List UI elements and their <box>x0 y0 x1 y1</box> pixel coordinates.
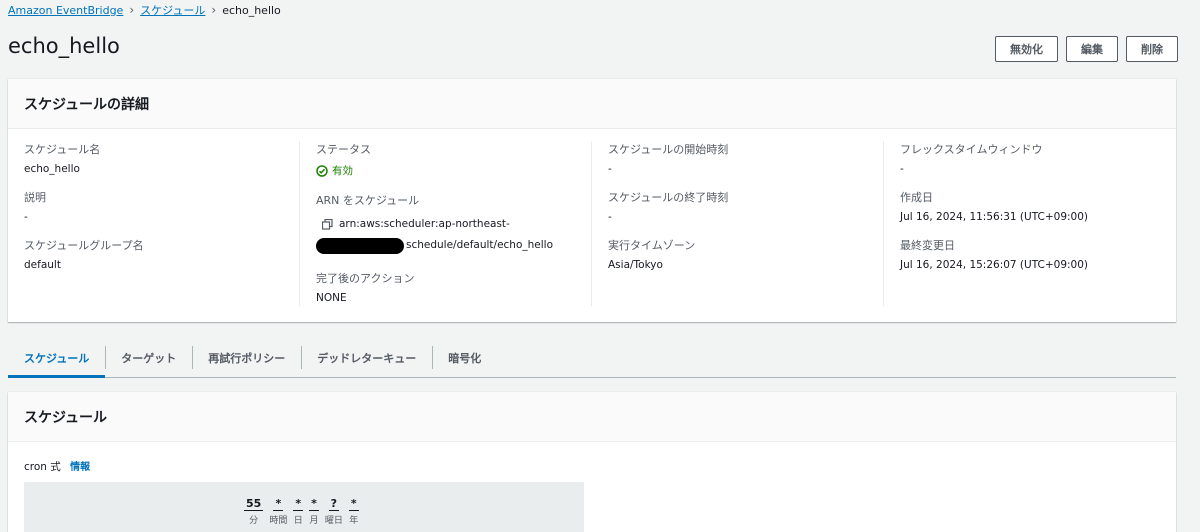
field-value: Jul 16, 2024, 11:56:31 (UTC+09:00) <box>900 211 1089 223</box>
cron-unit: 曜日 <box>324 516 343 526</box>
cron-unit: 年 <box>349 516 359 526</box>
field-label: 完了後のアクション <box>316 272 415 285</box>
chevron-right-icon: › <box>129 3 135 17</box>
schedule-details-card: スケジュールの詳細 スケジュール名 echo_hello 説明 - スケジュール… <box>8 79 1176 322</box>
arn-line-2: schedule/default/echo_hello <box>406 239 554 251</box>
details-column-4: フレックスタイムウィンドウ - 作成日 Jul 16, 2024, 11:56:… <box>884 141 1176 306</box>
cron-value: * <box>293 497 304 511</box>
field-value: echo_hello <box>24 163 80 175</box>
timezone-field: 実行タイムゾーン Asia/Tokyo <box>608 237 867 271</box>
cron-weekday: ? 曜日 <box>325 497 343 526</box>
details-column-3: スケジュールの開始時刻 - スケジュールの終了時刻 - 実行タイムゾーン Asi… <box>592 141 884 306</box>
cron-value: * <box>309 497 319 511</box>
cron-parts: 55 分 * 時間 * 日 * 月 ? 曜日 * 年 <box>244 497 359 526</box>
field-value: Jul 16, 2024, 15:26:07 (UTC+09:00) <box>900 259 1089 271</box>
schedule-name-field: スケジュール名 echo_hello <box>24 141 283 175</box>
field-label: ステータス <box>316 143 371 156</box>
cron-label: cron 式 情報 <box>24 458 90 474</box>
delete-button[interactable]: 削除 <box>1126 36 1178 62</box>
arn-line-1: arn:aws:scheduler:ap-northeast- <box>339 218 510 230</box>
cron-expression-box: 55 分 * 時間 * 日 * 月 ? 曜日 * 年 <box>24 482 584 532</box>
cron-value: * <box>273 497 284 511</box>
status-value: 有効 <box>332 165 353 177</box>
field-value: Asia/Tokyo <box>608 259 663 271</box>
cron-unit: 月 <box>309 516 319 526</box>
flex-window-field: フレックスタイムウィンドウ - <box>900 141 1160 175</box>
schedule-card-header: スケジュール <box>8 392 1176 442</box>
tab-dead-letter-queue[interactable]: デッドレターキュー <box>301 338 432 378</box>
cron-day: * 日 <box>293 497 304 526</box>
details-header: スケジュールの詳細 <box>8 79 1176 129</box>
details-column-1: スケジュール名 echo_hello 説明 - スケジュールグループ名 defa… <box>8 141 300 306</box>
field-label: フレックスタイムウィンドウ <box>900 143 1043 156</box>
modified-field: 最終変更日 Jul 16, 2024, 15:26:07 (UTC+09:00) <box>900 237 1160 271</box>
end-time-field: スケジュールの終了時刻 - <box>608 189 867 223</box>
field-label: 最終変更日 <box>900 239 955 252</box>
cron-unit: 時間 <box>269 516 288 526</box>
field-value: default <box>24 259 61 271</box>
edit-button[interactable]: 編集 <box>1066 36 1118 62</box>
page-title: echo_hello <box>8 34 120 58</box>
breadcrumb-schedules-link[interactable]: スケジュール <box>140 2 205 18</box>
cron-value: ? <box>328 497 340 511</box>
description-field: 説明 - <box>24 189 283 223</box>
tab-retry-policy[interactable]: 再試行ポリシー <box>192 338 301 378</box>
arn-value: arn:aws:scheduler:ap-northeast- schedule… <box>316 214 575 256</box>
cron-unit: 分 <box>249 516 259 526</box>
field-label: スケジュール名 <box>24 143 101 156</box>
schedule-card: スケジュール cron 式 情報 55 分 * 時間 * 日 * 月 ? 曜日 … <box>8 392 1176 532</box>
field-value: - <box>900 163 904 175</box>
chevron-right-icon: › <box>211 3 217 17</box>
after-action-field: 完了後のアクション NONE <box>316 270 575 304</box>
tab-target[interactable]: ターゲット <box>105 338 192 378</box>
redacted-block <box>316 237 404 254</box>
field-label: ARN をスケジュール <box>316 194 420 207</box>
created-field: 作成日 Jul 16, 2024, 11:56:31 (UTC+09:00) <box>900 189 1160 223</box>
status-field: ステータス 有効 <box>316 141 575 178</box>
copy-icon[interactable] <box>322 219 333 230</box>
field-label: 作成日 <box>900 191 933 204</box>
cron-year: * 年 <box>348 497 359 526</box>
cron-unit: 日 <box>293 516 303 526</box>
status-badge: 有効 <box>316 163 575 178</box>
field-value: NONE <box>316 292 347 304</box>
cron-value: 55 <box>244 497 264 511</box>
field-value: - <box>24 211 28 223</box>
info-link[interactable]: 情報 <box>70 462 90 473</box>
breadcrumb-current: echo_hello <box>222 3 281 17</box>
cron-hour: * 時間 <box>269 497 287 526</box>
tab-bar: スケジュール ターゲット 再試行ポリシー デッドレターキュー 暗号化 <box>8 338 1176 378</box>
field-label: スケジュールの終了時刻 <box>608 191 729 204</box>
field-value: - <box>608 211 612 223</box>
details-column-2: ステータス 有効 ARN をスケジュール arn:aws:scheduler:a… <box>300 141 592 306</box>
field-label: 説明 <box>24 191 46 204</box>
breadcrumb-eventbridge-link[interactable]: Amazon EventBridge <box>8 4 123 17</box>
header-actions: 無効化 編集 削除 <box>995 36 1178 62</box>
group-field: スケジュールグループ名 default <box>24 237 283 271</box>
disable-button[interactable]: 無効化 <box>995 36 1058 62</box>
field-label: スケジュールグループ名 <box>24 239 144 252</box>
field-label: 実行タイムゾーン <box>608 239 696 252</box>
tab-schedule[interactable]: スケジュール <box>8 338 106 378</box>
start-time-field: スケジュールの開始時刻 - <box>608 141 867 175</box>
field-value: - <box>608 163 612 175</box>
arn-field: ARN をスケジュール arn:aws:scheduler:ap-northea… <box>316 192 575 256</box>
cron-label-text: cron 式 <box>24 461 61 473</box>
breadcrumb: Amazon EventBridge › スケジュール › echo_hello <box>8 2 281 18</box>
cron-month: * 月 <box>309 497 319 526</box>
cron-value: * <box>348 497 359 511</box>
check-circle-icon <box>316 164 328 177</box>
field-label: スケジュールの開始時刻 <box>608 143 729 156</box>
tab-encryption[interactable]: 暗号化 <box>432 338 497 378</box>
cron-minute: 55 分 <box>244 497 264 526</box>
